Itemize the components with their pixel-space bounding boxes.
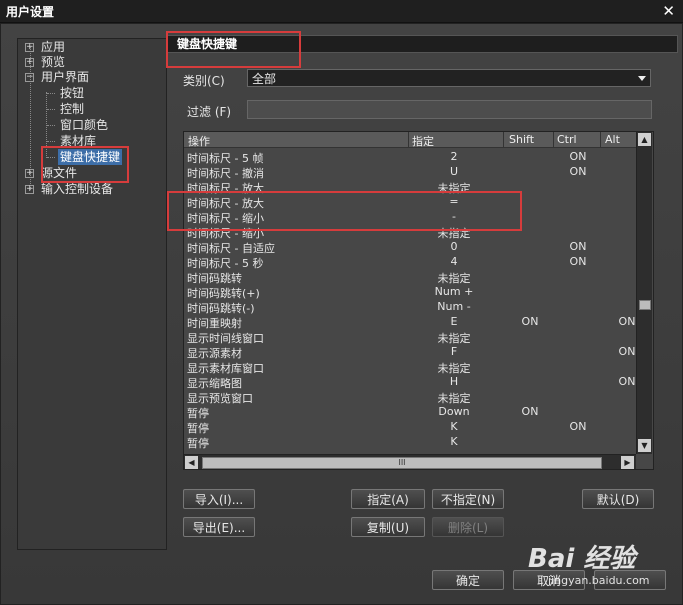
- tree-item-label: 预览: [41, 55, 66, 69]
- table-row[interactable]: 时间码跳转(+) Num +: [184, 284, 636, 300]
- scroll-thumb[interactable]: [639, 300, 651, 310]
- cell-key: 0: [450, 240, 458, 253]
- import-button[interactable]: 导入(I)...: [183, 489, 255, 509]
- watermark-url: jingyan.baidu.com: [548, 574, 650, 587]
- cell-key: H: [449, 375, 459, 388]
- tree-item-label: 按钮: [60, 86, 85, 100]
- highlight-box: [166, 31, 301, 68]
- export-button[interactable]: 导出(E)...: [183, 517, 255, 537]
- filter-input[interactable]: [247, 100, 652, 119]
- cell-shift: ON: [521, 405, 539, 418]
- table-row[interactable]: 时间码跳转 未指定: [184, 269, 636, 285]
- chevron-down-icon[interactable]: [638, 76, 646, 81]
- scroll-up-icon[interactable]: ▲: [638, 133, 651, 146]
- cell-ctrl: ON: [569, 150, 587, 163]
- cell-action: 暂停: [187, 437, 209, 450]
- copy-button[interactable]: 复制(U): [351, 517, 425, 537]
- cell-ctrl: ON: [569, 420, 587, 433]
- unassign-button[interactable]: 不指定(N): [432, 489, 504, 509]
- table-row[interactable]: 暂停 Down ON: [184, 404, 636, 420]
- cell-shift: ON: [521, 315, 539, 328]
- table-row[interactable]: 暂停 K ON: [184, 419, 636, 435]
- expand-icon[interactable]: +: [25, 58, 34, 67]
- expand-icon[interactable]: +: [25, 169, 34, 178]
- vertical-scrollbar[interactable]: ▲ ▼: [636, 132, 652, 454]
- cell-key: 4: [450, 255, 458, 268]
- column-divider[interactable]: [408, 132, 409, 147]
- cell-ctrl: ON: [569, 255, 587, 268]
- table-row[interactable]: 暂停 K: [184, 434, 636, 450]
- expand-icon[interactable]: +: [25, 185, 34, 194]
- column-divider[interactable]: [503, 132, 504, 147]
- cell-key: E: [450, 315, 458, 328]
- window-title: 用户设置: [6, 5, 55, 19]
- cell-ctrl: ON: [569, 165, 587, 178]
- highlight-box: [167, 191, 522, 231]
- tree-line: [47, 141, 55, 142]
- cell-ctrl: ON: [569, 240, 587, 253]
- cell-key: Num +: [434, 285, 474, 298]
- cell-key: K: [450, 420, 458, 433]
- cell-key: Num -: [437, 300, 471, 313]
- close-icon[interactable]: ✕: [662, 2, 675, 20]
- default-button[interactable]: 默认(D): [582, 489, 654, 509]
- shortcut-table: 操作 指定 Shift Ctrl Alt 时间标尺 - 5 帧 2 ON 时间标尺 -…: [183, 131, 654, 470]
- cell-key: U: [449, 165, 459, 178]
- table-row[interactable]: 时间码跳转(-) Num -: [184, 299, 636, 315]
- table-row[interactable]: 显示源素材 F ON: [184, 344, 636, 360]
- scroll-thumb[interactable]: III: [202, 457, 602, 469]
- settings-tree: + 应用 + 预览 − 用户界面 按钮 控制 窗口颜色 素材库 键盘快捷键 + …: [17, 38, 167, 550]
- table-row[interactable]: 时间标尺 - 自适应 0 ON: [184, 239, 636, 255]
- horizontal-scrollbar[interactable]: ◀ III ▶: [184, 454, 636, 469]
- ok-button[interactable]: 确定: [432, 570, 504, 590]
- watermark: Bai 经验 jingyan.baidu.com: [528, 538, 678, 600]
- tree-line: [47, 93, 55, 94]
- column-header-ctrl[interactable]: Ctrl: [557, 133, 577, 146]
- assign-button[interactable]: 指定(A): [351, 489, 425, 509]
- table-row[interactable]: 时间标尺 - 5 秒 4 ON: [184, 254, 636, 270]
- table-row[interactable]: 显示预览窗口 未指定: [184, 389, 636, 405]
- category-select[interactable]: 全部: [247, 69, 651, 87]
- category-value: 全部: [252, 72, 277, 86]
- tree-item-label: 窗口颜色: [60, 118, 109, 132]
- tree-item-label: 应用: [41, 40, 66, 54]
- cell-key: F: [450, 345, 458, 358]
- table-row[interactable]: 显示缩略图 H ON: [184, 374, 636, 390]
- expand-icon[interactable]: +: [25, 43, 34, 52]
- cell-key: 2: [450, 150, 458, 163]
- table-row[interactable]: 显示素材库窗口 未指定: [184, 359, 636, 375]
- scroll-right-icon[interactable]: ▶: [621, 456, 634, 469]
- cell-key: Down: [438, 405, 470, 418]
- tree-item-label: 输入控制设备: [41, 182, 114, 196]
- filter-label: 过滤 (F): [187, 105, 232, 119]
- tree-line: [47, 109, 55, 110]
- delete-button[interactable]: 删除(L): [432, 517, 504, 537]
- column-header-alt[interactable]: Alt: [605, 133, 620, 146]
- column-header-key[interactable]: 指定: [412, 133, 434, 149]
- table-row[interactable]: 显示时间线窗口 未指定: [184, 329, 636, 345]
- table-row[interactable]: 时间标尺 - 撤消 U ON: [184, 164, 636, 180]
- tree-item-label: 控制: [60, 102, 85, 116]
- table-header: 操作 指定 Shift Ctrl Alt: [184, 132, 636, 148]
- cell-key: K: [450, 435, 458, 448]
- column-divider[interactable]: [553, 132, 554, 147]
- watermark-brand: Bai 经验: [528, 544, 636, 574]
- dialog-body: + 应用 + 预览 − 用户界面 按钮 控制 窗口颜色 素材库 键盘快捷键 + …: [0, 23, 683, 605]
- title-bar: 用户设置 ✕: [0, 0, 683, 23]
- column-header-shift[interactable]: Shift: [509, 133, 534, 146]
- tree-item-label: 用户界面: [41, 70, 90, 84]
- tree-line: [47, 125, 55, 126]
- highlight-box: [41, 146, 129, 183]
- table-row[interactable]: 时间重映射 E ON ON: [184, 314, 636, 330]
- collapse-icon[interactable]: −: [25, 73, 34, 82]
- scroll-left-icon[interactable]: ◀: [185, 456, 198, 469]
- scroll-down-icon[interactable]: ▼: [638, 439, 651, 452]
- column-header-action[interactable]: 操作: [188, 133, 210, 149]
- table-row[interactable]: 时间标尺 - 5 帧 2 ON: [184, 149, 636, 165]
- column-divider[interactable]: [600, 132, 601, 147]
- category-label: 类别(C): [183, 74, 225, 88]
